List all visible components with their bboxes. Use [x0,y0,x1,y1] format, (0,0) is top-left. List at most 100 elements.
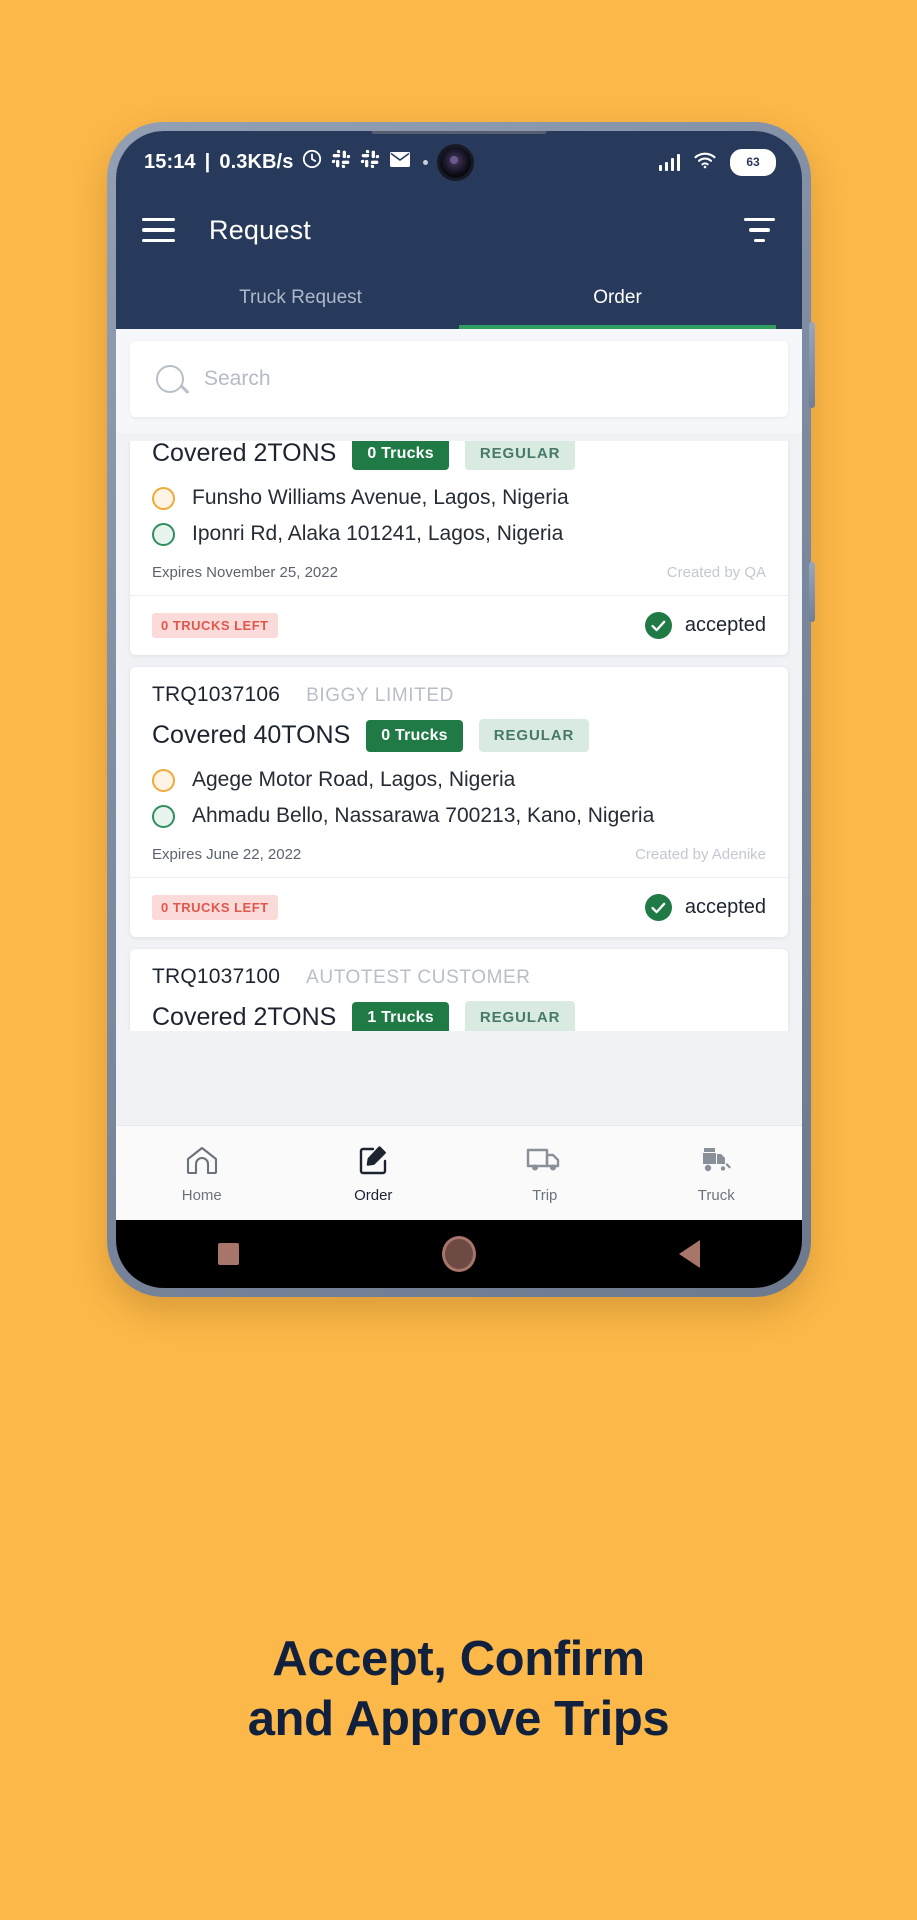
caption-line-2: and Approve Trips [247,1691,670,1746]
expiry-text: Expires November 25, 2022 [152,564,338,581]
app-screen: 15:14 | 0.3KB/s 63 Request Truck Request… [116,131,802,1288]
category-badge: REGULAR [464,441,576,470]
order-card[interactable]: TRQ1037105 AUTOTEST CUSTOMER Covered 2TO… [130,441,788,655]
cargo-type: Covered 40TONS [152,721,351,749]
card-meta: Expires June 22, 2022 Created by Adenike [152,846,766,863]
dropoff-marker-icon [152,522,175,546]
trucks-badge: 0 Trucks [352,441,449,470]
pickup-marker-icon [152,768,175,792]
tab-bar: Truck Request Order [142,267,776,329]
nav-item-truck[interactable]: Truck [631,1142,803,1204]
dropoff-location: Ahmadu Bello, Nassarawa 700213, Kano, Ni… [152,804,766,828]
nav-label: Truck [697,1187,735,1204]
nav-item-home[interactable]: Home [116,1142,288,1204]
cargo-row: Covered 2TONS 0 Trucks REGULAR [152,441,766,470]
search-input[interactable]: Search [130,341,788,417]
tow-truck-icon [698,1142,734,1178]
pickup-address: Agege Motor Road, Lagos, Nigeria [192,768,516,791]
filter-icon[interactable] [743,218,776,242]
cargo-type: Covered 2TONS [152,1003,337,1031]
order-card[interactable]: TRQ1037106 BIGGY LIMITED Covered 40TONS … [130,667,788,937]
card-footer: 0 TRUCKS LEFT accepted [130,877,788,937]
dot-icon [423,159,429,165]
mail-icon [389,150,411,174]
status-bar-right: 63 [658,148,776,176]
trucks-left-badge: 0 TRUCKS LEFT [152,613,278,638]
tab-order[interactable]: Order [459,267,776,329]
hamburger-menu-icon[interactable] [142,218,175,242]
nav-label: Home [181,1187,222,1204]
created-by-text: Created by Adenike [635,846,766,863]
nav-item-order[interactable]: Order [288,1142,460,1204]
battery-icon: 63 [730,148,776,176]
status-time: 15:14 [144,150,196,173]
cargo-row: Covered 2TONS 1 Trucks REGULAR [152,1001,766,1031]
pickup-address: Funsho Williams Avenue, Lagos, Nigeria [192,486,569,509]
status-label: accepted [684,614,766,636]
circle-home-icon[interactable] [441,1236,476,1272]
slack-icon [331,149,351,175]
edit-square-icon [357,1142,389,1178]
bottom-navigation: Home Order Trip Truck [116,1125,802,1220]
order-scroll-region[interactable]: TRQ1037105 AUTOTEST CUSTOMER Covered 2TO… [116,441,802,1031]
check-circle-icon [644,894,672,921]
card-header: TRQ1037106 BIGGY LIMITED [152,683,766,707]
cargo-type: Covered 2TONS [152,441,337,467]
order-list-content[interactable]: Search TRQ1037105 AUTOTEST CUSTOMER [116,329,802,1125]
nav-item-trip[interactable]: Trip [459,1142,631,1204]
order-id: TRQ1037106 [152,683,281,706]
dropoff-marker-icon [152,804,175,828]
status-network-speed: 0.3KB/s [219,150,294,173]
phone-side-button-volume [809,322,815,408]
square-recent-icon[interactable] [217,1243,239,1265]
expiry-text: Expires June 22, 2022 [152,846,302,863]
app-bar-top: Request [142,193,776,267]
status-badge: accepted [644,612,766,639]
earpiece-speaker [371,131,547,134]
triangle-back-icon[interactable] [679,1240,701,1268]
camera-icon [440,146,472,178]
android-navigation-bar [116,1220,802,1288]
card-meta: Expires November 25, 2022 Created by QA [152,564,766,581]
nav-label: Order [354,1187,393,1204]
trucks-badge: 1 Trucks [352,1001,449,1031]
card-footer: 0 TRUCKS LEFT accepted [130,595,788,655]
order-card-list: TRQ1037105 AUTOTEST CUSTOMER Covered 2TO… [116,441,802,1031]
trucks-left-badge: 0 TRUCKS LEFT [152,895,278,920]
status-badge: accepted [644,894,766,921]
customer-name: BIGGY LIMITED [306,685,454,706]
phone-screen-area: 15:14 | 0.3KB/s 63 Request Truck Request… [116,131,802,1288]
customer-name: AUTOTEST CUSTOMER [306,967,531,988]
clock-icon [302,149,322,175]
search-icon [156,365,184,393]
tab-label: Truck Request [239,287,362,308]
app-bar: Request Truck Request Order [116,193,802,329]
pickup-location: Funsho Williams Avenue, Lagos, Nigeria [152,486,766,510]
order-id: TRQ1037100 [152,965,281,988]
phone-frame: 15:14 | 0.3KB/s 63 Request Truck Request… [107,122,815,1297]
order-card[interactable]: TRQ1037100 AUTOTEST CUSTOMER Covered 2TO… [130,949,788,1031]
dropoff-address: Ahmadu Bello, Nassarawa 700213, Kano, Ni… [192,804,655,827]
trucks-badge: 0 Trucks [366,719,463,752]
promo-caption: Accept, Confirm and Approve Trips [0,1630,917,1750]
tab-truck-request[interactable]: Truck Request [142,267,459,329]
page-title: Request [209,214,311,245]
promo-screenshot: 15:14 | 0.3KB/s 63 Request Truck Request… [0,0,917,1920]
card-header: TRQ1037100 AUTOTEST CUSTOMER [152,965,766,989]
slack-icon [360,149,380,175]
cargo-row: Covered 40TONS 0 Trucks REGULAR [152,719,766,752]
dropoff-address: Iponri Rd, Alaka 101241, Lagos, Nigeria [192,522,564,545]
category-badge: REGULAR [478,719,590,752]
tab-label: Order [593,287,642,308]
phone-side-button-power [809,562,815,622]
check-circle-icon [644,612,672,639]
status-bar: 15:14 | 0.3KB/s 63 [116,131,802,193]
nav-label: Trip [532,1187,558,1204]
dropoff-location: Iponri Rd, Alaka 101241, Lagos, Nigeria [152,522,766,546]
status-label: accepted [684,896,766,918]
search-placeholder: Search [204,367,271,390]
search-zone: Search [116,329,802,433]
pickup-marker-icon [152,486,175,510]
pickup-location: Agege Motor Road, Lagos, Nigeria [152,768,766,792]
home-icon [185,1142,219,1178]
